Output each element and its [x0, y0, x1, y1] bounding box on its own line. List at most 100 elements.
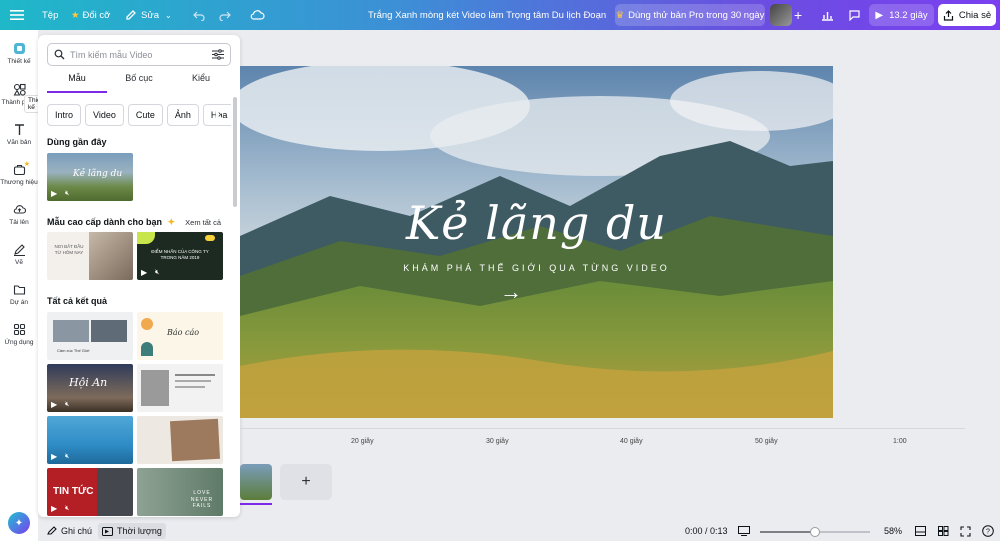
cloud-save-icon[interactable]	[250, 0, 265, 30]
chevron-down-icon: ⌄	[164, 10, 172, 20]
hero-title[interactable]: Kẻ lãng du	[240, 196, 833, 250]
rail-item-text[interactable]: Văn bản	[0, 123, 38, 159]
result-thumb-8[interactable]: LOVE NEVER FAILS	[137, 468, 223, 516]
result-thumb-7[interactable]: TIN TỨC ▶ 🔇︎	[47, 468, 133, 516]
premium-template-thumb-1[interactable]: NƠI BẮT ĐẦU TỪ HÔM NAY	[47, 232, 133, 280]
play-icon: ▶	[51, 504, 58, 513]
projects-icon	[13, 285, 25, 295]
thumb-text: LOVE NEVER FAILS	[190, 490, 214, 509]
filter-icon[interactable]	[212, 49, 224, 60]
rail-label: Thiết kế	[7, 58, 31, 65]
tab-layouts[interactable]: Bố cục	[109, 73, 169, 93]
clip-progress	[240, 503, 272, 505]
canvas-page[interactable]: Kẻ lãng du KHÁM PHÁ THẾ GIỚI QUA TỪNG VI…	[240, 66, 833, 418]
tab-styles[interactable]: Kiểu	[171, 73, 231, 93]
filter-chips: Intro Video Cute Ảnh Hoa	[47, 104, 231, 126]
result-thumb-6[interactable]	[137, 416, 223, 464]
zoom-handle[interactable]	[810, 527, 820, 537]
add-clip-button[interactable]: +	[280, 464, 332, 500]
search-input[interactable]: Tìm kiếm mẫu Video	[47, 43, 231, 66]
zoom-value[interactable]: 58%	[884, 523, 902, 539]
recent-template-thumb[interactable]: Kẻ lãng du ▶ 🔇︎	[47, 153, 133, 201]
rail-item-design[interactable]: Thiết kế	[0, 42, 38, 78]
play-duration-button[interactable]: ▶ 13.2 giây	[869, 4, 934, 26]
result-thumb-4[interactable]	[137, 364, 223, 412]
timeline-clip[interactable]	[240, 464, 272, 500]
rail-item-apps[interactable]: Ứng dụng	[0, 323, 38, 359]
rail-item-projects[interactable]: Dự án	[0, 283, 38, 319]
arrow-right-icon[interactable]: →	[500, 281, 524, 303]
pro-trial-button[interactable]: ♛ Dùng thử bản Pro trong 30 ngày	[615, 4, 765, 26]
share-label: Chia sẻ	[958, 9, 992, 21]
hamburger-menu-icon[interactable]	[10, 0, 24, 30]
pencil-icon	[126, 10, 136, 20]
resize-button[interactable]: ★ Đổi cỡ	[71, 0, 110, 30]
result-thumb-5[interactable]: ▶ 🔇︎	[47, 416, 133, 464]
see-all-link[interactable]: Xem tất cả	[185, 218, 221, 227]
search-icon	[54, 49, 65, 60]
play-icon: ▶	[51, 400, 58, 409]
result-thumb-2[interactable]: Báo cáo	[137, 312, 223, 360]
resize-label: Đổi cỡ	[82, 9, 111, 21]
play-icon: ▶	[51, 189, 58, 198]
avatar[interactable]	[770, 4, 792, 26]
design-icon	[13, 43, 25, 54]
left-rail: Thiết kế Thành phần Thiết kế Văn bản ★ T…	[0, 30, 47, 541]
mute-icon: 🔇︎	[65, 505, 70, 512]
grid-view-icon[interactable]	[938, 523, 949, 539]
chip-intro[interactable]: Intro	[47, 104, 82, 126]
play-icon: ▶	[141, 268, 148, 277]
help-icon[interactable]: ?	[982, 523, 994, 539]
result-thumb-1[interactable]: Cảm xúc Thế Giới	[47, 312, 133, 360]
panel-scrollbar[interactable]	[233, 97, 237, 207]
chip-video[interactable]: Video	[85, 104, 124, 126]
duration-label: Thời lượng	[117, 526, 162, 536]
ruler-tick: 50 giây	[755, 438, 778, 445]
fullscreen-icon[interactable]	[960, 523, 971, 539]
duration-button[interactable]: Thời lượng	[98, 523, 166, 539]
add-collaborator-icon[interactable]: +	[794, 0, 802, 30]
zoom-slider[interactable]	[760, 527, 870, 537]
hero-subtitle[interactable]: KHÁM PHÁ THẾ GIỚI QUA TỪNG VIDEO	[240, 263, 833, 273]
share-icon	[943, 9, 953, 21]
file-menu[interactable]: Tệp	[42, 0, 58, 30]
insights-icon[interactable]	[816, 4, 838, 26]
undo-icon[interactable]	[193, 0, 205, 30]
thumb-text: ĐIỂM NHẤN CỦA CÔNG TY TRONG NĂM 2019	[151, 249, 209, 260]
time-readout: 0:00 / 0:13	[685, 526, 728, 536]
rail-item-draw[interactable]: Vẽ	[0, 243, 38, 279]
duration-label: 13.2 giây	[889, 9, 928, 21]
recent-title: Dùng gần đây	[47, 137, 107, 147]
notes-icon	[47, 526, 57, 535]
rail-label: Ứng dụng	[4, 339, 34, 346]
thumb-text: Kẻ lãng du	[73, 169, 123, 179]
result-thumb-3[interactable]: Hội An ▶ 🔇︎	[47, 364, 133, 412]
elements-icon	[13, 83, 26, 96]
rail-item-upload[interactable]: Tải lên	[0, 203, 38, 239]
search-placeholder: Tìm kiếm mẫu Video	[70, 49, 153, 60]
thumb-text: Báo cáo	[167, 328, 200, 337]
edit-menu[interactable]: Sửa ⌄	[125, 0, 172, 30]
comment-icon[interactable]	[843, 4, 865, 26]
share-button[interactable]: Chia sẻ	[938, 4, 996, 26]
notes-button[interactable]: Ghi chú	[47, 523, 92, 539]
chip-photo[interactable]: Ảnh	[166, 104, 199, 126]
rail-item-brand[interactable]: ★ Thương hiệu	[0, 161, 38, 199]
chip-cute[interactable]: Cute	[127, 104, 163, 126]
templates-panel: Tìm kiếm mẫu Video Mẫu Bố cục Kiểu Intro…	[38, 35, 240, 517]
mute-icon: 🔇︎	[65, 190, 70, 197]
page-view-icon[interactable]	[915, 523, 926, 539]
thumb-text: TIN TỨC	[53, 486, 94, 497]
premium-template-thumb-2[interactable]: ĐIỂM NHẤN CỦA CÔNG TY TRONG NĂM 2019 ▶ 🔇…	[137, 232, 223, 280]
chevron-right-icon[interactable]: ›	[216, 109, 222, 120]
tab-templates[interactable]: Mẫu	[47, 73, 107, 93]
rail-label: Thương hiệu	[0, 179, 38, 186]
rail-label: Dự án	[9, 299, 29, 306]
mute-icon: 🔇︎	[155, 269, 160, 276]
present-icon[interactable]	[738, 523, 750, 539]
thumb-text: Cảm xúc Thế Giới	[57, 348, 90, 353]
design-title[interactable]: Trắng Xanh mòng két Video làm Trọng tâm …	[368, 0, 606, 30]
draw-icon	[13, 244, 25, 256]
top-bar: Tệp ★ Đổi cỡ Sửa ⌄ Trắng Xanh mòng két V…	[0, 0, 1000, 30]
redo-icon[interactable]	[219, 0, 231, 30]
